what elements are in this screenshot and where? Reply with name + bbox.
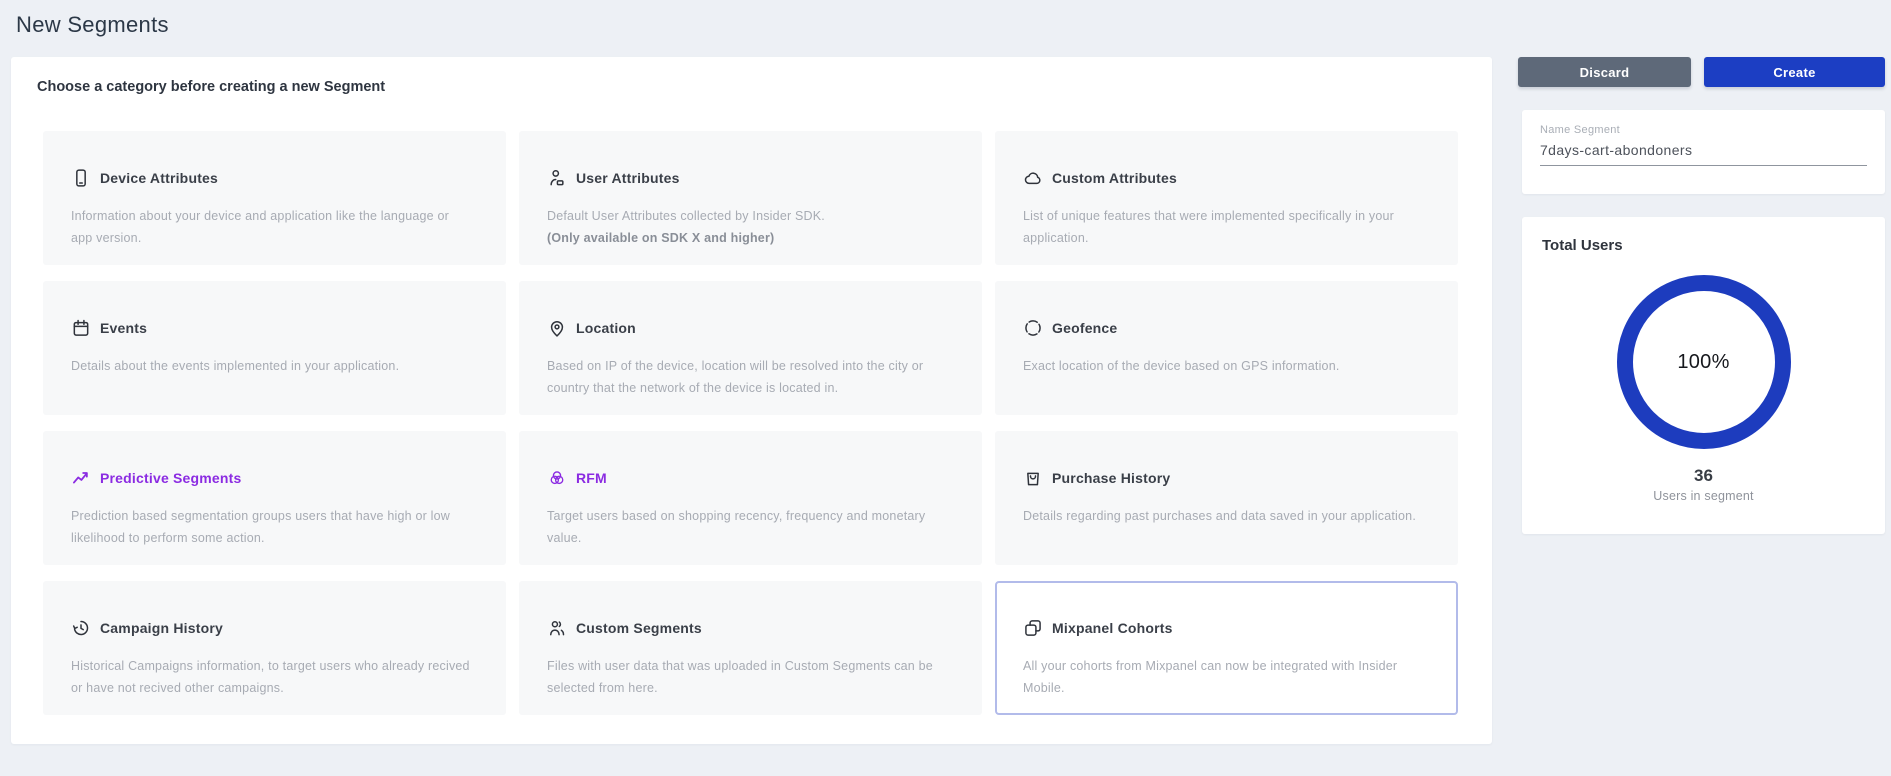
users-donut-chart: 100% [1616, 274, 1792, 450]
new-segments-page: New Segments Choose a category before cr… [0, 0, 1891, 776]
cohorts-link-icon [1023, 618, 1043, 638]
panel-subtitle: Choose a category before creating a new … [37, 79, 385, 95]
discard-button[interactable]: Discard [1518, 57, 1691, 87]
cloud-icon [1023, 168, 1043, 188]
segment-name-input[interactable] [1540, 142, 1867, 166]
category-description: List of unique features that were implem… [1023, 205, 1424, 249]
create-button[interactable]: Create [1704, 57, 1885, 87]
category-card-geofence[interactable]: Geofence Exact location of the device ba… [995, 281, 1458, 415]
users-count: 36 [1542, 466, 1865, 486]
category-title: Device Attributes [100, 170, 218, 186]
geofence-icon [1023, 318, 1043, 338]
donut-percent-label: 100% [1616, 274, 1792, 450]
category-title: Custom Segments [576, 620, 702, 636]
category-title: Predictive Segments [100, 470, 242, 486]
category-title: Geofence [1052, 320, 1117, 336]
category-card-purchase-history[interactable]: Purchase History Details regarding past … [995, 431, 1458, 565]
trending-up-icon [71, 468, 91, 488]
total-users-card: Total Users 100% 36 Users in segment [1522, 217, 1885, 534]
category-card-user-attributes[interactable]: User Attributes Default User Attributes … [519, 131, 982, 265]
category-description: All your cohorts from Mixpanel can now b… [1023, 655, 1424, 699]
shopping-bag-icon [1023, 468, 1043, 488]
category-title: RFM [576, 470, 607, 486]
users-caption: Users in segment [1542, 489, 1865, 503]
history-clock-icon [71, 618, 91, 638]
category-description: Default User Attributes collected by Ins… [547, 205, 948, 227]
category-title: Custom Attributes [1052, 170, 1177, 186]
total-users-title: Total Users [1542, 237, 1865, 254]
category-grid: Device Attributes Information about your… [43, 131, 1458, 715]
category-description: Target users based on shopping recency, … [547, 505, 948, 549]
name-segment-label: Name Segment [1540, 124, 1867, 136]
map-pin-icon [547, 318, 567, 338]
people-icon [547, 618, 567, 638]
page-title: New Segments [16, 12, 169, 38]
category-description: Exact location of the device based on GP… [1023, 355, 1424, 377]
category-title: Events [100, 320, 147, 336]
device-icon [71, 168, 91, 188]
category-description: Details about the events implemented in … [71, 355, 472, 377]
category-card-custom-segments[interactable]: Custom Segments Files with user data tha… [519, 581, 982, 715]
category-card-location[interactable]: Location Based on IP of the device, loca… [519, 281, 982, 415]
category-card-custom-attributes[interactable]: Custom Attributes List of unique feature… [995, 131, 1458, 265]
category-card-campaign-history[interactable]: Campaign History Historical Campaigns in… [43, 581, 506, 715]
category-card-predictive-segments[interactable]: Predictive Segments Prediction based seg… [43, 431, 506, 565]
category-title: Campaign History [100, 620, 223, 636]
category-description: Based on IP of the device, location will… [547, 355, 948, 399]
venn-diagram-icon [547, 468, 567, 488]
category-card-device-attributes[interactable]: Device Attributes Information about your… [43, 131, 506, 265]
category-description: Historical Campaigns information, to tar… [71, 655, 472, 699]
category-panel: Choose a category before creating a new … [11, 57, 1492, 744]
name-segment-card: Name Segment [1522, 110, 1885, 194]
category-title: User Attributes [576, 170, 680, 186]
category-description: Prediction based segmentation groups use… [71, 505, 472, 549]
category-title: Mixpanel Cohorts [1052, 620, 1173, 636]
category-description: Information about your device and applic… [71, 205, 472, 249]
category-description: Files with user data that was uploaded i… [547, 655, 948, 699]
category-description: Details regarding past purchases and dat… [1023, 505, 1424, 527]
category-card-events[interactable]: Events Details about the events implemen… [43, 281, 506, 415]
category-title: Location [576, 320, 636, 336]
category-card-mixpanel-cohorts[interactable]: Mixpanel Cohorts All your cohorts from M… [995, 581, 1458, 715]
calendar-icon [71, 318, 91, 338]
category-description-note: (Only available on SDK X and higher) [547, 227, 948, 249]
category-card-rfm[interactable]: RFM Target users based on shopping recen… [519, 431, 982, 565]
user-icon [547, 168, 567, 188]
category-title: Purchase History [1052, 470, 1170, 486]
